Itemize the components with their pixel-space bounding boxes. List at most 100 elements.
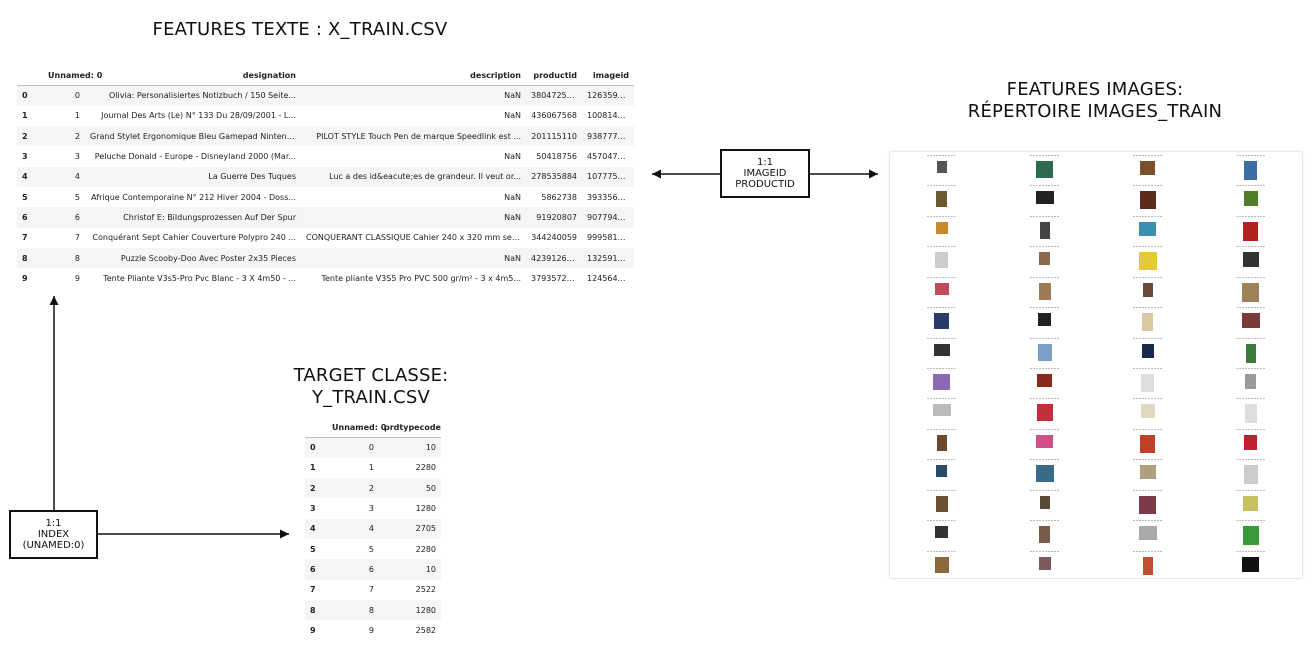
image-thumbnail-cell [890, 274, 993, 304]
image-thumbnail-cell [1096, 335, 1199, 365]
image-thumbnail-cell [1096, 243, 1199, 273]
imageid-link-key1: IMAGEID [743, 168, 787, 179]
image-thumbnail-cell [1096, 274, 1199, 304]
image-filename-caption [1235, 185, 1266, 187]
image-thumbnail [1243, 221, 1258, 241]
image-thumbnail-cell [1199, 213, 1302, 243]
image-filename-caption [926, 368, 957, 369]
image-filename-caption [1132, 489, 1163, 491]
image-thumbnail-cell [890, 152, 993, 182]
image-thumbnail-cell [1199, 487, 1302, 517]
imageid-productid-link-box: 1:1 IMAGEID PRODUCTID [720, 149, 810, 198]
image-filename-caption [926, 215, 957, 217]
image-filename-caption [926, 398, 957, 400]
image-thumbnail [936, 434, 947, 451]
image-thumbnail [1241, 313, 1260, 329]
image-thumbnail-cell [1199, 517, 1302, 547]
image-filename-caption [1029, 337, 1060, 339]
image-thumbnail [1039, 252, 1050, 266]
image-filename-caption [1132, 520, 1163, 522]
index-link-ratio: 1:1 [45, 518, 62, 529]
image-thumbnail [1243, 191, 1258, 207]
imageid-link-key2: PRODUCTID [735, 179, 795, 190]
image-filename-caption [1029, 155, 1060, 156]
image-thumbnail [1140, 434, 1155, 453]
image-thumbnail-cell [1199, 548, 1302, 578]
image-filename-caption [1235, 428, 1266, 430]
image-thumbnail-cell [890, 335, 993, 365]
image-filename-caption [1029, 246, 1060, 248]
image-thumbnail [1035, 465, 1054, 483]
index-link-key2: (UNAMED:0) [22, 540, 85, 551]
image-thumbnail-cell [993, 182, 1096, 212]
image-thumbnail [1245, 374, 1256, 389]
image-filename-caption [1029, 307, 1060, 309]
image-filename-caption [926, 246, 957, 248]
image-filename-caption [926, 155, 957, 156]
image-thumbnail [1039, 495, 1050, 509]
image-thumbnail [1138, 526, 1157, 541]
image-thumbnail-cell [1096, 517, 1199, 547]
image-thumbnail [933, 374, 950, 390]
image-thumbnail-cell [1199, 182, 1302, 212]
image-thumbnail-cell [993, 304, 1096, 334]
image-filename-caption [926, 459, 957, 461]
image-thumbnail-cell [993, 487, 1096, 517]
image-thumbnail [1140, 161, 1155, 175]
image-thumbnail-cell [890, 517, 993, 547]
image-thumbnail [1038, 313, 1051, 327]
image-thumbnail-cell [890, 426, 993, 456]
image-filename-caption [1132, 215, 1163, 217]
image-filename-caption [1235, 155, 1266, 156]
image-filename-caption [1235, 215, 1266, 217]
image-thumbnail [1039, 221, 1050, 239]
image-filename-caption [1235, 520, 1266, 522]
image-thumbnail-cell [1096, 456, 1199, 486]
image-thumbnail-cell [993, 274, 1096, 304]
image-thumbnail [1142, 282, 1153, 297]
image-thumbnail-cell [890, 213, 993, 243]
image-thumbnail-cell [993, 213, 1096, 243]
image-filename-caption [926, 337, 957, 339]
image-thumbnail [1141, 374, 1154, 392]
image-thumbnail [934, 313, 949, 330]
image-filename-caption [1235, 368, 1266, 369]
image-thumbnail [1036, 404, 1053, 422]
image-thumbnail [1039, 526, 1050, 544]
image-thumbnail-cell [890, 365, 993, 395]
image-thumbnail-cell [1096, 213, 1199, 243]
image-thumbnail-cell [1199, 243, 1302, 273]
image-filename-caption [1029, 520, 1060, 522]
image-thumbnail-cell [1199, 304, 1302, 334]
image-filename-caption [926, 276, 957, 278]
images-train-grid [890, 152, 1302, 578]
image-thumbnail [1141, 343, 1154, 358]
image-thumbnail-cell [993, 426, 1096, 456]
image-filename-caption [1235, 489, 1266, 491]
image-thumbnail-cell [890, 395, 993, 425]
image-filename-caption [1029, 398, 1060, 400]
image-filename-caption [1235, 550, 1266, 552]
image-thumbnail-cell [1096, 365, 1199, 395]
image-thumbnail [935, 526, 948, 539]
image-thumbnail [1242, 556, 1259, 572]
image-thumbnail-cell [890, 456, 993, 486]
image-filename-caption [1029, 489, 1060, 491]
image-thumbnail [1038, 282, 1051, 300]
image-thumbnail [936, 191, 947, 208]
image-thumbnail [1139, 495, 1156, 514]
image-thumbnail-cell [1199, 426, 1302, 456]
image-filename-caption [926, 550, 957, 552]
image-filename-caption [1132, 185, 1163, 187]
image-thumbnail-cell [993, 152, 1096, 182]
image-filename-caption [1132, 550, 1163, 552]
image-filename-caption [1132, 276, 1163, 278]
image-filename-caption [1029, 368, 1060, 369]
image-thumbnail-cell [1199, 456, 1302, 486]
image-thumbnail [936, 161, 947, 173]
image-thumbnail [1242, 252, 1259, 268]
image-thumbnail [1242, 282, 1259, 302]
image-thumbnail-cell [1096, 487, 1199, 517]
image-filename-caption [1132, 398, 1163, 400]
image-filename-caption [1235, 398, 1266, 400]
